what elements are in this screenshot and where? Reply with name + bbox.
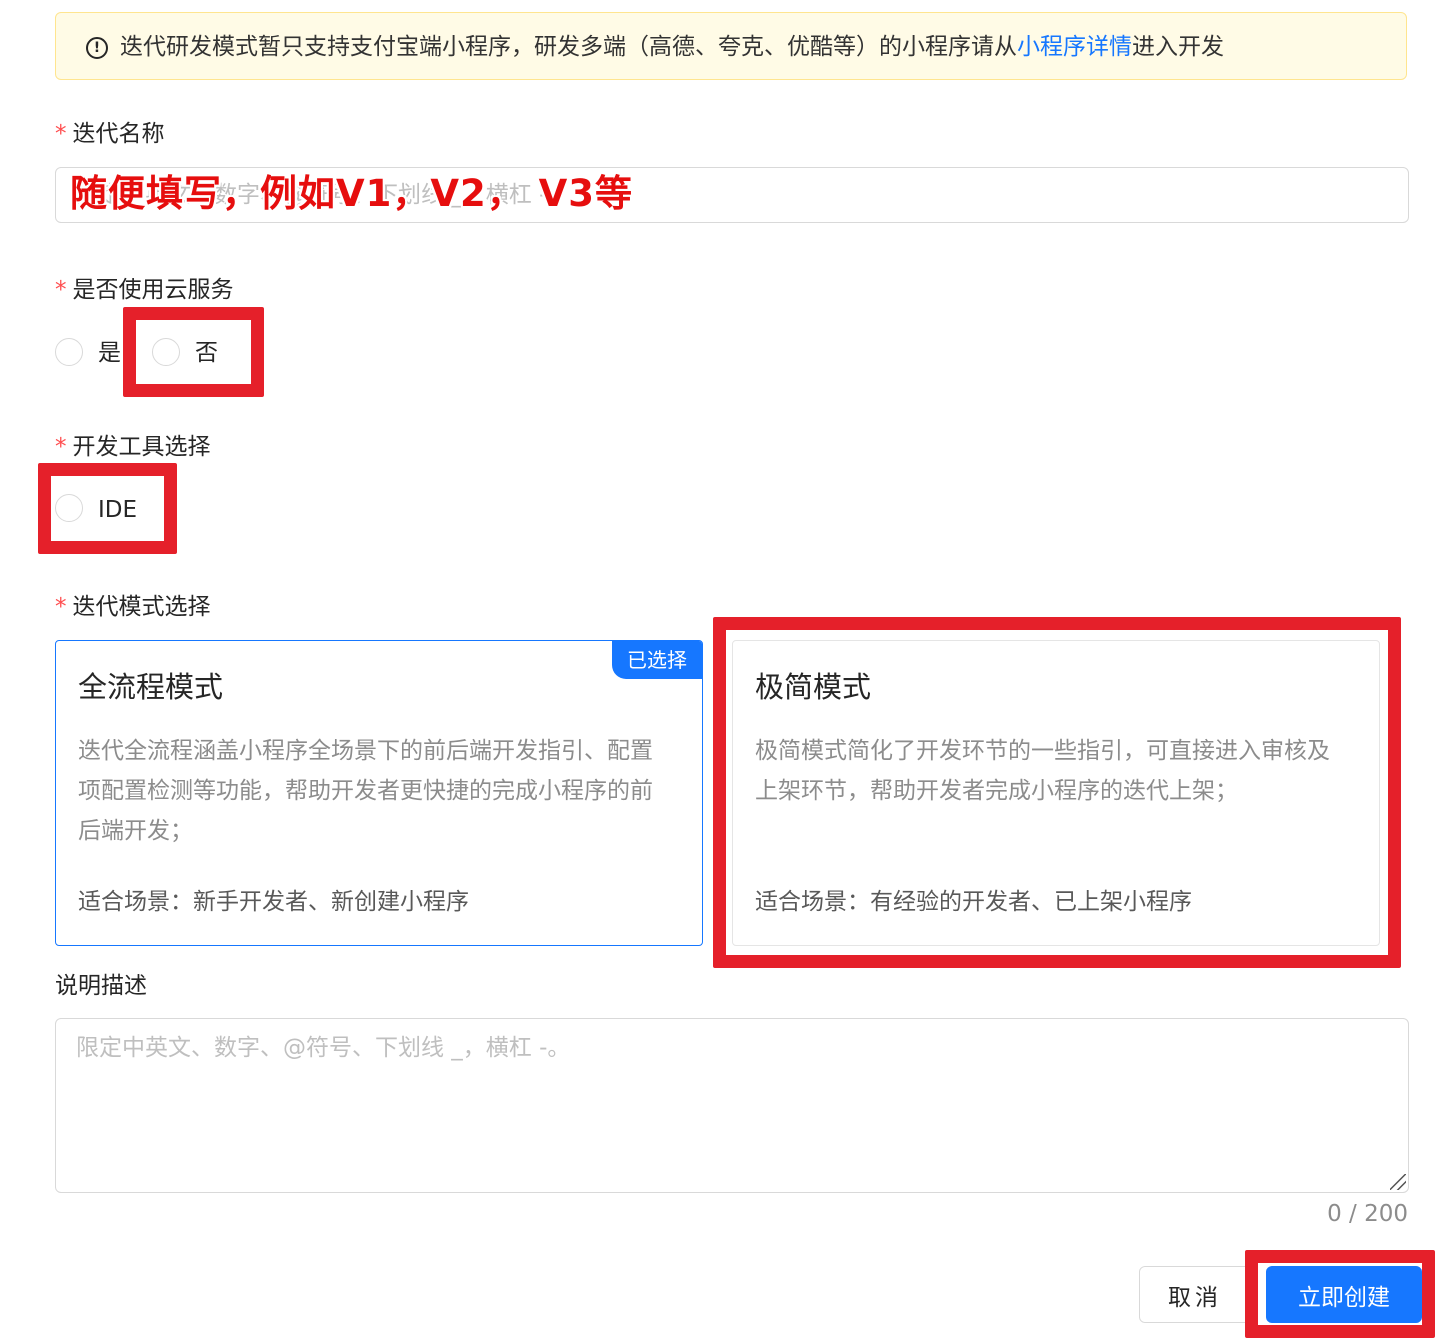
iteration-mode-label-text: 迭代模式选择: [72, 594, 211, 620]
radio-cloud-yes[interactable]: [55, 338, 83, 366]
annotation-box-create: [1245, 1250, 1435, 1338]
cloud-service-label: * 是否使用云服务: [55, 275, 234, 305]
required-mark: *: [55, 594, 67, 620]
mini-program-detail-link[interactable]: 小程序详情: [1017, 34, 1132, 60]
mode-card-full-process[interactable]: 已选择 全流程模式 迭代全流程涵盖小程序全场景下的前后端开发指引、配置项配置检测…: [55, 640, 703, 946]
description-label: 说明描述: [55, 973, 147, 999]
iteration-mode-label: * 迭代模式选择: [55, 592, 211, 622]
exclamation-circle-icon: !: [86, 37, 108, 59]
iteration-name-label: * 迭代名称: [55, 119, 165, 149]
alert-text-before: 迭代研发模式暂只支持支付宝端小程序，研发多端（高德、夸克、优酷等）的小程序请从: [120, 34, 1017, 60]
dev-tool-label: * 开发工具选择: [55, 432, 211, 462]
selected-badge: 已选择: [612, 641, 702, 679]
iteration-name-annotation: 随便填写，例如V1，V2， V3等: [70, 172, 634, 215]
character-counter: 0 / 200: [1327, 1201, 1408, 1227]
alert-text-after: 进入开发: [1132, 34, 1224, 60]
description-textarea[interactable]: [55, 1018, 1409, 1193]
required-mark: *: [55, 277, 67, 303]
radio-cloud-yes-label[interactable]: 是: [98, 338, 121, 368]
mode-card-scene: 适合场景：新手开发者、新创建小程序: [78, 889, 469, 915]
cancel-button[interactable]: 取消: [1139, 1266, 1251, 1323]
annotation-box-cloud-no: [123, 307, 264, 397]
resize-handle-icon[interactable]: [1390, 1174, 1406, 1190]
mode-card-title: 全流程模式: [78, 670, 224, 704]
alert-text: 迭代研发模式暂只支持支付宝端小程序，研发多端（高德、夸克、优酷等）的小程序请从小…: [120, 32, 1224, 62]
required-mark: *: [55, 121, 67, 147]
cloud-service-label-text: 是否使用云服务: [72, 277, 234, 303]
mode-card-description: 迭代全流程涵盖小程序全场景下的前后端开发指引、配置项配置检测等功能，帮助开发者更…: [78, 738, 653, 844]
dev-tool-label-text: 开发工具选择: [72, 434, 211, 460]
info-alert: ! 迭代研发模式暂只支持支付宝端小程序，研发多端（高德、夸克、优酷等）的小程序请…: [55, 12, 1407, 80]
annotation-box-minimal-mode: [713, 617, 1401, 968]
required-mark: *: [55, 434, 67, 460]
annotation-box-ide: [38, 463, 177, 554]
iteration-name-label-text: 迭代名称: [72, 121, 165, 147]
